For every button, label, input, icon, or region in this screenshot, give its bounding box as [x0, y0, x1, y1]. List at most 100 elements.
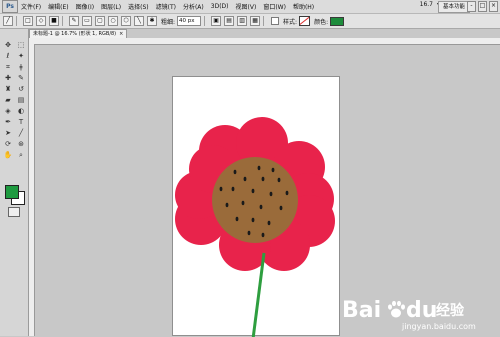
weight-input[interactable]: 40 px — [177, 16, 202, 26]
rectangle-icon[interactable]: ▭ — [82, 16, 92, 26]
seed — [277, 177, 281, 183]
divider — [204, 16, 206, 26]
menu-image[interactable]: 图像(I) — [76, 2, 94, 11]
clone-stamp-icon[interactable]: ♜ — [3, 85, 13, 94]
exclude-icon[interactable]: ▦ — [250, 16, 261, 26]
divider — [263, 16, 265, 26]
seed — [225, 202, 229, 208]
seed — [285, 190, 289, 196]
menu-3d[interactable]: 3D(D) — [211, 3, 229, 10]
3d-orbit-icon[interactable]: ⊛ — [16, 140, 26, 149]
rounded-rectangle-icon[interactable]: ▢ — [95, 16, 105, 26]
seed — [267, 220, 271, 226]
path-select-icon[interactable]: ➤ — [3, 129, 13, 138]
style-swatch[interactable] — [299, 16, 311, 26]
horizontal-ruler[interactable] — [29, 38, 500, 45]
custom-shape-icon[interactable]: ✱ — [147, 16, 157, 26]
flower-artwork — [175, 117, 335, 337]
menu-edit[interactable]: 编辑(E) — [48, 2, 68, 11]
intersect-icon[interactable]: ▥ — [237, 16, 248, 26]
watermark-brand-b: du — [406, 298, 438, 323]
menu-filter[interactable]: 滤镜(T) — [156, 2, 176, 11]
line-tool-icon[interactable]: ╱ — [3, 16, 13, 26]
minimize-button[interactable]: - — [467, 1, 476, 12]
type-tool-icon[interactable]: T — [16, 118, 26, 127]
menu-view[interactable]: 视图(V) — [236, 2, 257, 11]
magic-wand-icon[interactable]: ✦ — [16, 52, 26, 61]
watermark-product: 经验 — [436, 303, 464, 319]
document-title: 未标题-1 @ 16.7% (形状 1, RGB/8) — [33, 31, 117, 37]
pen-tool-icon[interactable]: ✒ — [3, 118, 13, 127]
healing-brush-icon[interactable]: ✚ — [3, 74, 13, 83]
crop-tool-icon[interactable]: ⌗ — [3, 63, 13, 72]
lasso-tool-icon[interactable]: ℓ — [3, 52, 13, 61]
seed — [247, 230, 251, 236]
move-tool-icon[interactable]: ✥ — [3, 41, 13, 50]
seed — [233, 169, 237, 175]
document-canvas[interactable] — [172, 76, 340, 337]
color-swatch[interactable] — [330, 16, 345, 26]
eraser-icon[interactable]: ▰ — [3, 96, 13, 105]
line-icon[interactable]: ╲ — [134, 16, 144, 26]
seed — [271, 167, 275, 173]
seed — [219, 186, 223, 192]
flower-center — [212, 157, 298, 243]
eyedropper-icon[interactable]: ǂ — [16, 63, 26, 72]
workspace-button[interactable]: 基本功能 — [437, 1, 470, 13]
menu-help[interactable]: 帮助(H) — [293, 2, 314, 11]
quick-mask-icon[interactable] — [8, 207, 20, 217]
toolbox: ✥ ⬚ ℓ ✦ ⌗ ǂ ✚ ✎ ♜ ↺ ▰ ▤ ◈ ◐ ✒ T ➤ ╱ ⟳ ⊛ … — [0, 29, 29, 336]
zoom-tool-icon[interactable]: ⌕ — [16, 151, 26, 160]
seed — [261, 176, 265, 182]
close-button[interactable]: × — [489, 1, 498, 12]
fill-pixels-icon[interactable]: ■ — [49, 16, 59, 26]
zoom-value: 16.7 — [419, 1, 433, 8]
shape-tool-icon[interactable]: ╱ — [16, 129, 26, 138]
hand-tool-icon[interactable]: ✋ — [3, 151, 13, 160]
seed — [235, 216, 239, 222]
seed — [231, 186, 235, 192]
3d-rotate-icon[interactable]: ⟳ — [3, 140, 13, 149]
dodge-tool-icon[interactable]: ◐ — [16, 107, 26, 116]
divider — [62, 16, 63, 26]
polygon-icon[interactable]: ⬡ — [121, 16, 131, 26]
style-label: 样式: — [283, 18, 298, 26]
zoom-readout[interactable]: 16.7 ▾ — [420, 1, 440, 8]
blur-tool-icon[interactable]: ◈ — [3, 107, 13, 116]
seed — [269, 191, 273, 197]
seed — [261, 232, 265, 238]
seed — [241, 200, 245, 206]
seed — [243, 176, 247, 182]
pen-icon[interactable]: ✎ — [69, 16, 79, 26]
seed — [279, 205, 283, 211]
brush-tool-icon[interactable]: ✎ — [16, 74, 26, 83]
watermark-brand-a: Bai — [342, 298, 382, 323]
gradient-icon[interactable]: ▤ — [16, 96, 26, 105]
paths-icon[interactable]: ◇ — [36, 16, 46, 26]
foreground-color-swatch[interactable] — [5, 185, 19, 199]
menu-layer[interactable]: 图层(L) — [101, 2, 121, 11]
shape-layers-icon[interactable]: □ — [23, 16, 33, 26]
close-icon[interactable]: × — [119, 31, 123, 37]
menu-file[interactable]: 文件(F) — [21, 2, 41, 11]
seed — [259, 204, 263, 210]
watermark-url: jingyan.baidu.com — [402, 322, 476, 331]
menu-bar: Ps 文件(F) 编辑(E) 图像(I) 图层(L) 选择(S) 滤镜(T) 分… — [0, 0, 500, 14]
menu-window[interactable]: 窗口(W) — [263, 2, 286, 11]
baidu-jingyan-watermark: Bai du 经验 jingyan.baidu.com — [340, 292, 490, 334]
paw-icon — [388, 300, 405, 318]
window-controls: - □ × — [467, 1, 498, 12]
menu-select[interactable]: 选择(S) — [128, 2, 149, 11]
vertical-ruler[interactable] — [29, 44, 35, 336]
maximize-button[interactable]: □ — [478, 1, 487, 12]
seed — [257, 165, 261, 171]
link-checkbox[interactable] — [271, 17, 280, 25]
ellipse-icon[interactable]: ○ — [108, 16, 118, 26]
menu-analysis[interactable]: 分析(A) — [183, 2, 204, 11]
history-brush-icon[interactable]: ↺ — [16, 85, 26, 94]
add-icon[interactable]: ▣ — [211, 16, 222, 26]
options-bar: ╱ □ ◇ ■ ✎ ▭ ▢ ○ ⬡ ╲ ✱ 粗细: 40 px ▣ ▤ ▥ ▦ … — [0, 14, 500, 29]
marquee-tool-icon[interactable]: ⬚ — [16, 41, 26, 50]
document-tab[interactable]: 未标题-1 @ 16.7% (形状 1, RGB/8) × — [29, 29, 128, 38]
subtract-icon[interactable]: ▤ — [224, 16, 235, 26]
